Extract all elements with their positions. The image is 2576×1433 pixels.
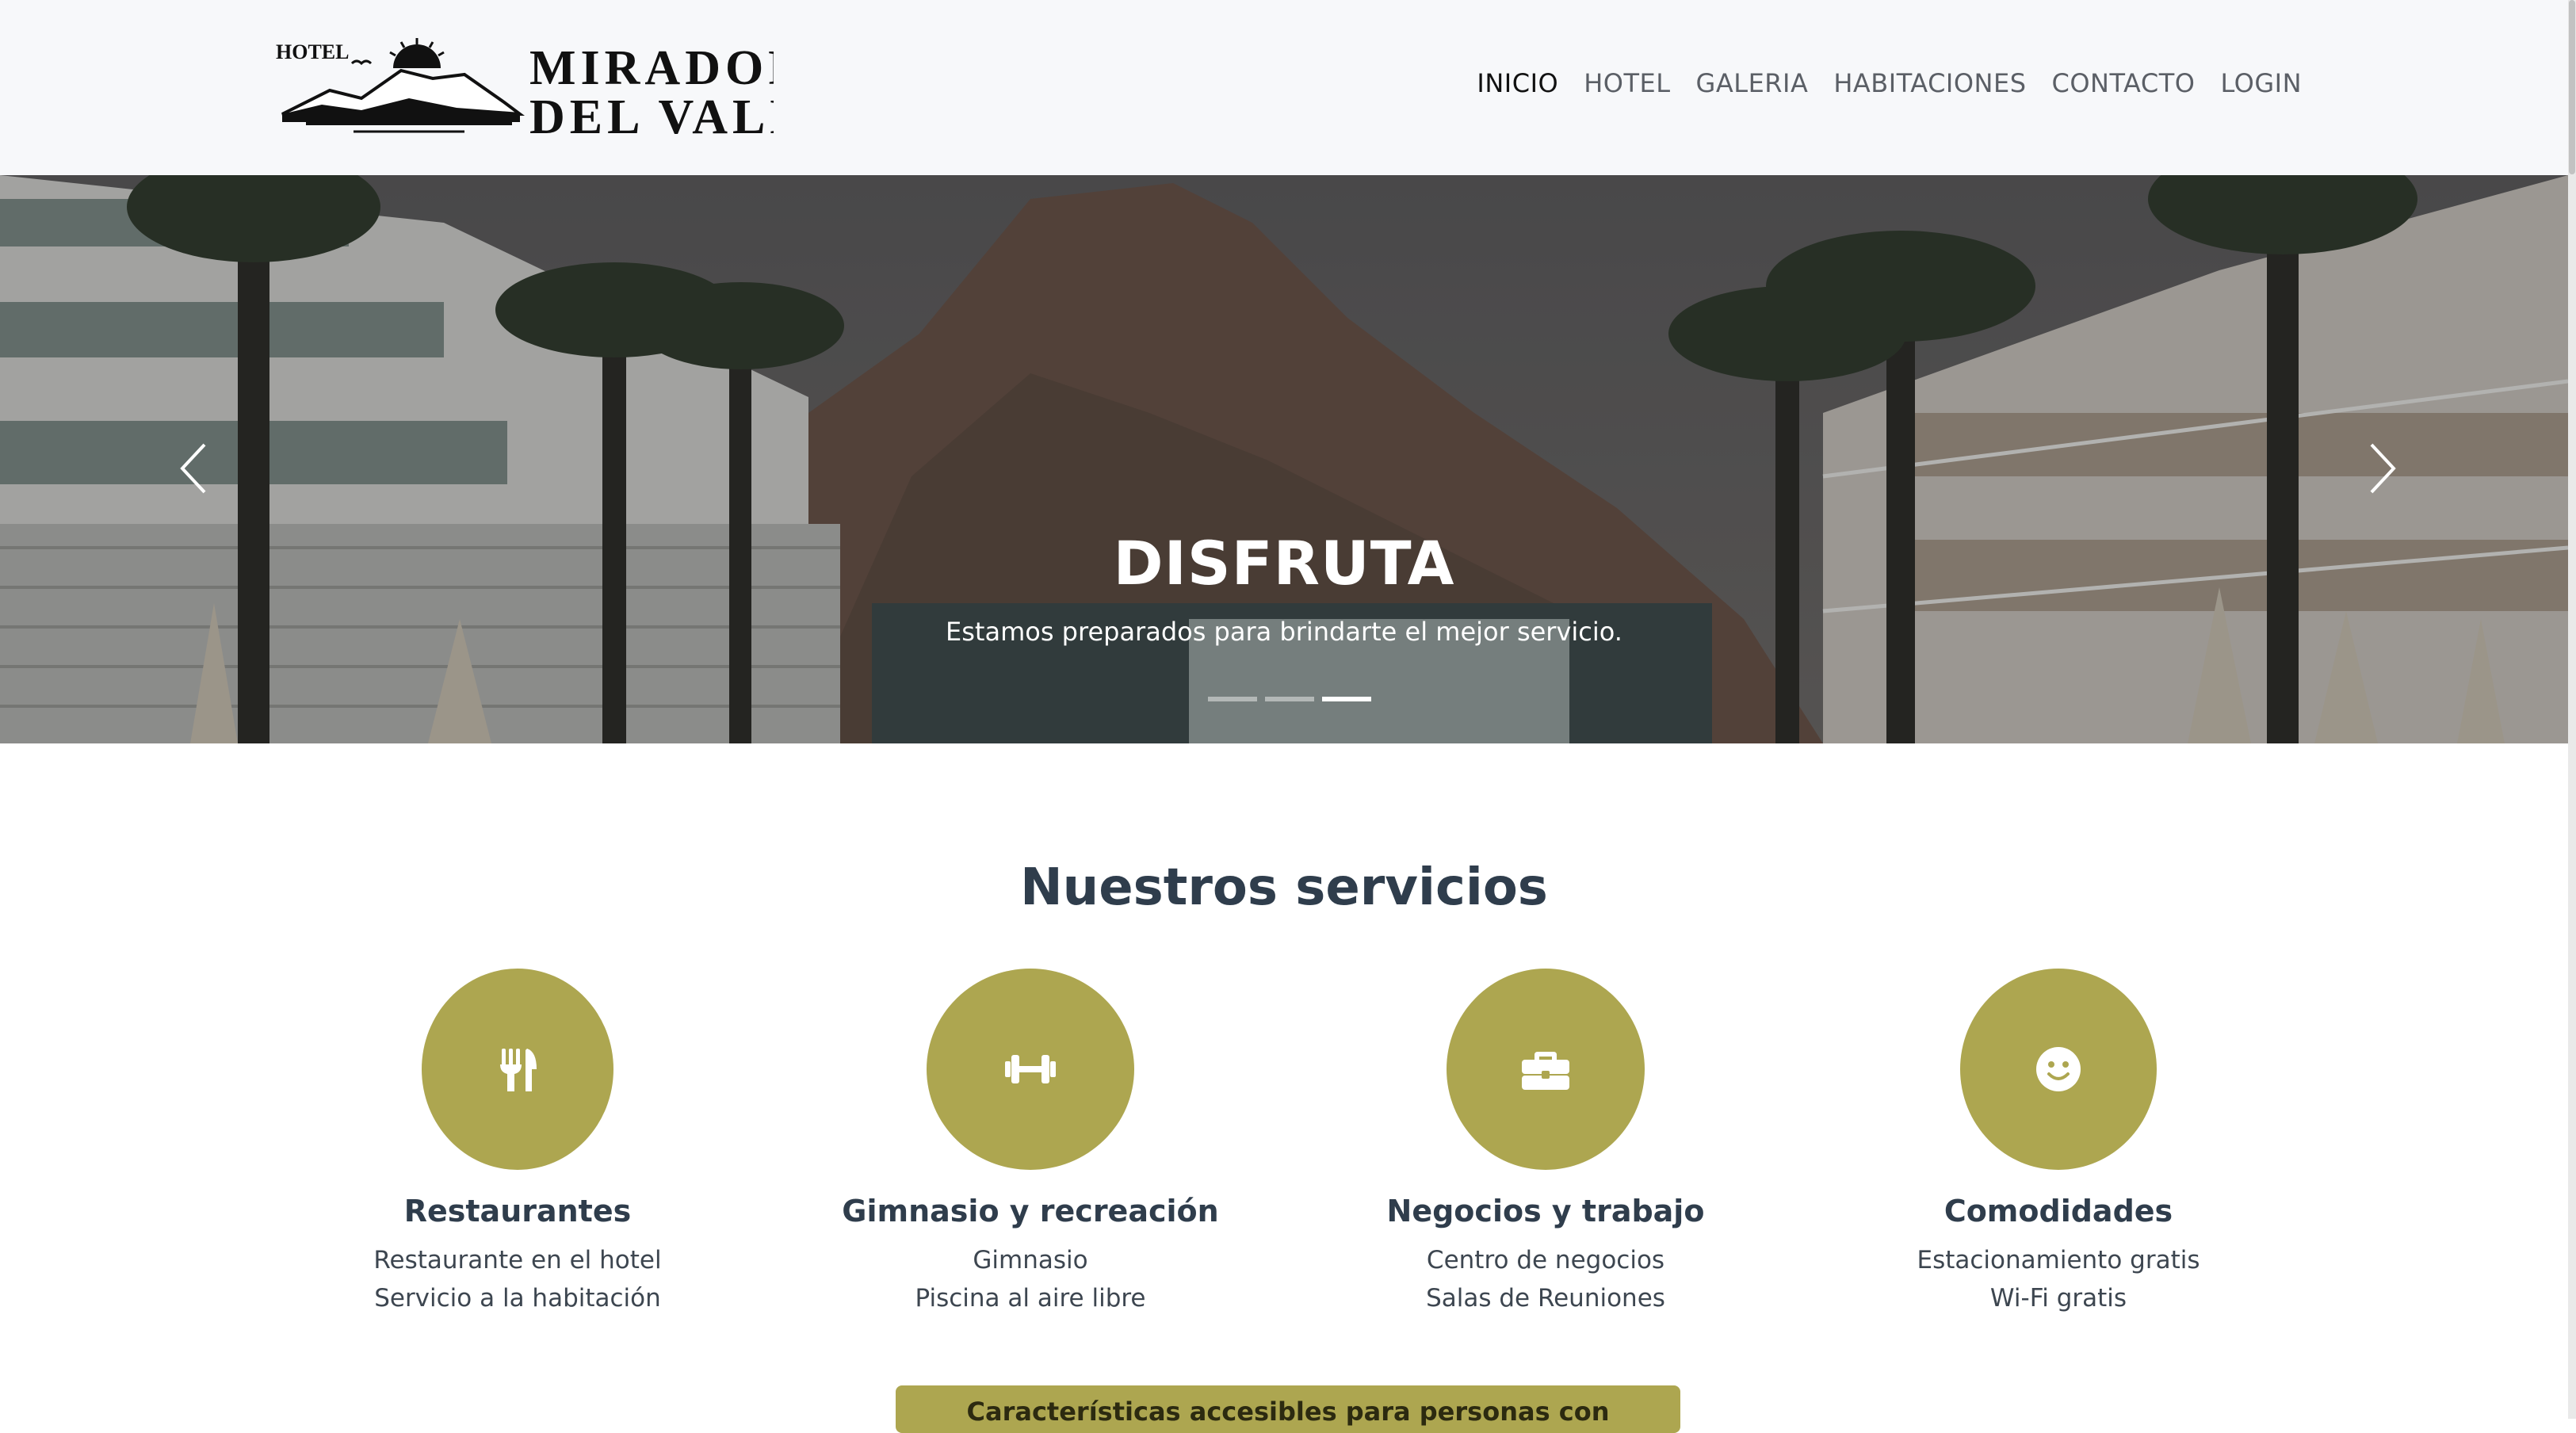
- carousel-indicator-2[interactable]: [1265, 697, 1314, 701]
- logo-hotel-text: HOTEL: [276, 40, 349, 63]
- chevron-left-icon: [180, 443, 206, 494]
- scrollbar-thumb[interactable]: [2569, 0, 2575, 174]
- hero-carousel: DISFRUTA Estamos preparados para brindar…: [0, 175, 2568, 743]
- briefcase-icon: [1522, 1052, 1569, 1090]
- hotel-logo[interactable]: HOTEL MIRADOR DEL VALLE: [274, 35, 774, 138]
- carousel-indicators: [1208, 697, 1371, 701]
- service-icon-circle: [1960, 969, 2157, 1170]
- service-description: Centro de negocios Salas de Reuniones: [1340, 1241, 1752, 1317]
- service-line-2: Servicio a la habitación: [374, 1284, 661, 1313]
- service-description: Restaurante en el hotel Servicio a la hab…: [311, 1241, 724, 1317]
- smile-icon: [2036, 1047, 2081, 1091]
- hero-subtitle: Estamos preparados para brindarte el mej…: [946, 617, 1622, 647]
- service-line-1: Centro de negocios: [1426, 1246, 1665, 1274]
- nav-inicio[interactable]: INICIO: [1477, 68, 1558, 98]
- utensils-icon: [500, 1049, 537, 1091]
- hero-title: DISFRUTA: [1113, 528, 1455, 598]
- service-description: Gimnasio Piscina al aire libre: [824, 1241, 1236, 1317]
- carousel-indicator-3[interactable]: [1322, 697, 1371, 701]
- dumbbell-icon: [1005, 1055, 1056, 1083]
- service-line-1: Estacionamiento gratis: [1917, 1246, 2200, 1274]
- carousel-indicator-1[interactable]: [1208, 697, 1257, 701]
- service-title: Negocios y trabajo: [1386, 1194, 1705, 1229]
- carousel-prev-button[interactable]: [170, 437, 217, 500]
- accessibility-features-button[interactable]: Características accesibles para personas…: [896, 1385, 1680, 1433]
- top-navbar: HOTEL MIRADOR DEL VALLE INICIO HOTEL GAL…: [0, 0, 2576, 175]
- nav-login[interactable]: LOGIN: [2220, 68, 2302, 98]
- service-icon-circle: [422, 969, 613, 1170]
- nav-habitaciones[interactable]: HABITACIONES: [1833, 68, 2026, 98]
- main-nav: INICIO HOTEL GALERIA HABITACIONES CONTAC…: [1477, 68, 2302, 98]
- nav-hotel[interactable]: HOTEL: [1584, 68, 1670, 98]
- carousel-next-button[interactable]: [2359, 437, 2406, 500]
- service-line-2: Salas de Reuniones: [1426, 1284, 1665, 1313]
- service-title: Gimnasio y recreación: [842, 1194, 1219, 1229]
- service-card-comodidades: Comodidades Estacionamiento gratis Wi-Fi …: [1852, 969, 2265, 1317]
- service-line-1: Gimnasio: [973, 1246, 1088, 1274]
- hero-overlay: [0, 175, 2568, 743]
- service-card-negocios: Negocios y trabajo Centro de negocios Sal…: [1340, 969, 1752, 1317]
- service-title: Comodidades: [1943, 1194, 2173, 1229]
- service-card-gimnasio: Gimnasio y recreación Gimnasio Piscina al…: [824, 969, 1236, 1317]
- service-line-2: Wi-Fi gratis: [1989, 1284, 2127, 1313]
- service-description: Estacionamiento gratis Wi-Fi gratis: [1852, 1241, 2265, 1317]
- logo-mirador-text: MIRADOR: [529, 41, 774, 95]
- services-heading: Nuestros servicios: [1020, 858, 1548, 918]
- service-icon-circle: [927, 969, 1134, 1170]
- page-scrollbar[interactable]: [2568, 0, 2576, 1419]
- logo-del-valle-text: DEL VALLE: [529, 90, 774, 138]
- service-line-1: Restaurante en el hotel: [373, 1246, 662, 1274]
- chevron-right-icon: [2370, 443, 2396, 494]
- nav-galeria[interactable]: GALERIA: [1696, 68, 1809, 98]
- service-icon-circle: [1447, 969, 1645, 1170]
- mountain-logo-icon: HOTEL MIRADOR DEL VALLE: [276, 38, 774, 138]
- service-title: Restaurantes: [403, 1194, 632, 1229]
- service-card-restaurantes: Restaurantes Restaurante en el hotel Serv…: [311, 969, 724, 1317]
- service-line-2: Piscina al aire libre: [915, 1284, 1146, 1313]
- nav-contacto[interactable]: CONTACTO: [2052, 68, 2196, 98]
